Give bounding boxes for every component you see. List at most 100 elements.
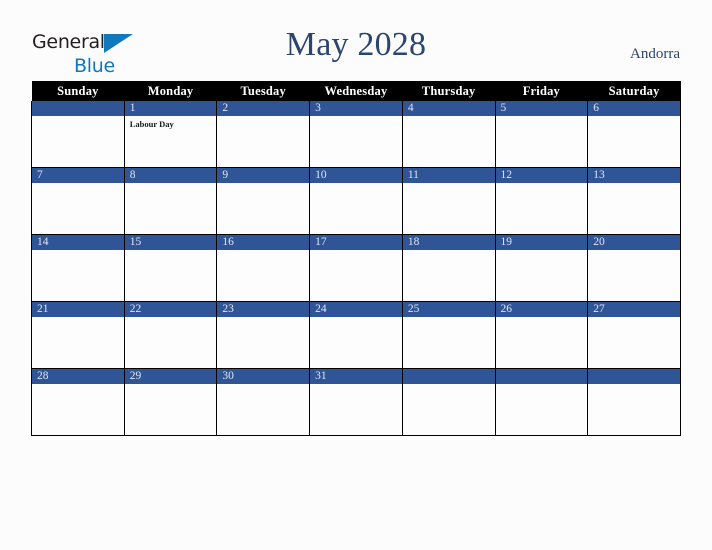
calendar-day-cell[interactable]: 4 <box>401 101 496 168</box>
weekday-header-monday: Monday <box>124 81 217 101</box>
calendar-day-cell[interactable]: 17 <box>309 234 403 302</box>
day-events <box>217 384 309 387</box>
day-number <box>32 101 124 116</box>
day-events <box>217 116 309 119</box>
day-events <box>310 250 402 253</box>
day-events <box>496 384 588 387</box>
calendar-day-cell[interactable]: 15 <box>123 234 218 302</box>
calendar-page: General Blue May 2028 Andorra Sunday Mon… <box>0 0 712 550</box>
day-events <box>217 317 309 320</box>
day-number: 28 <box>32 369 124 384</box>
calendar-body: 1 Labour Day 2 3 4 5 6 7 8 9 10 11 12 13 14 15 16 17 18 19 2… <box>31 101 681 436</box>
day-events <box>496 116 588 119</box>
calendar-day-cell[interactable]: 21 <box>31 301 125 369</box>
day-number: 17 <box>310 235 402 250</box>
calendar-day-cell[interactable] <box>401 368 496 436</box>
calendar-day-cell[interactable]: 7 <box>31 167 125 235</box>
day-events <box>310 317 402 320</box>
calendar-day-cell[interactable]: 11 <box>401 167 496 235</box>
day-number: 31 <box>310 369 402 384</box>
day-events <box>310 183 402 186</box>
day-events <box>217 183 309 186</box>
calendar-day-cell[interactable]: 10 <box>309 167 403 235</box>
calendar-day-cell[interactable]: 27 <box>587 301 681 369</box>
calendar-day-cell[interactable]: 29 <box>123 368 218 436</box>
calendar-day-cell[interactable]: 26 <box>494 301 589 369</box>
calendar-day-cell[interactable]: 30 <box>216 368 311 436</box>
day-number: 16 <box>217 235 310 250</box>
calendar-week-row: 1 Labour Day 2 3 4 5 6 <box>31 101 681 168</box>
day-events <box>496 250 588 253</box>
day-events <box>125 183 217 186</box>
day-events <box>588 116 680 119</box>
country-label: Andorra <box>630 46 680 62</box>
day-events <box>125 250 217 253</box>
day-number: 6 <box>588 101 680 116</box>
day-events <box>125 317 217 320</box>
day-number: 10 <box>310 168 402 183</box>
day-number: 15 <box>124 235 217 250</box>
day-events <box>403 384 495 387</box>
day-events: Labour Day <box>125 116 217 130</box>
day-number: 2 <box>217 101 310 116</box>
day-events <box>403 250 495 253</box>
day-events <box>125 384 217 387</box>
day-number: 4 <box>402 101 495 116</box>
calendar-day-cell[interactable]: 12 <box>494 167 589 235</box>
calendar-day-cell[interactable]: 25 <box>401 301 496 369</box>
calendar-day-cell[interactable]: 31 <box>309 368 403 436</box>
day-number: 7 <box>32 168 124 183</box>
calendar-day-cell[interactable]: 1 Labour Day <box>123 101 218 168</box>
day-events <box>496 183 588 186</box>
calendar-day-cell[interactable]: 28 <box>31 368 125 436</box>
day-events <box>310 116 402 119</box>
day-number <box>402 369 495 384</box>
calendar-day-cell[interactable]: 22 <box>123 301 218 369</box>
calendar-day-cell[interactable]: 16 <box>216 234 311 302</box>
calendar-day-cell[interactable]: 23 <box>216 301 311 369</box>
calendar-grid: Sunday Monday Tuesday Wednesday Thursday… <box>31 81 681 436</box>
calendar-week-row: 14 15 16 17 18 19 20 <box>31 234 681 302</box>
day-number: 22 <box>124 302 217 317</box>
day-number: 8 <box>124 168 217 183</box>
calendar-day-cell[interactable]: 18 <box>401 234 496 302</box>
day-number: 5 <box>495 101 588 116</box>
day-number: 30 <box>217 369 310 384</box>
calendar-day-cell[interactable]: 24 <box>309 301 403 369</box>
calendar-day-cell[interactable]: 8 <box>123 167 218 235</box>
weekday-header-sunday: Sunday <box>31 81 125 101</box>
weekday-header-saturday: Saturday <box>587 81 681 101</box>
day-events <box>403 116 495 119</box>
day-number: 21 <box>32 302 124 317</box>
calendar-day-cell[interactable]: 20 <box>587 234 681 302</box>
calendar-day-cell[interactable] <box>31 101 125 168</box>
day-number: 29 <box>124 369 217 384</box>
calendar-week-row: 28 29 30 31 <box>31 368 681 436</box>
day-events <box>588 317 680 320</box>
day-events <box>217 250 309 253</box>
weekday-header-thursday: Thursday <box>402 81 496 101</box>
page-header: General Blue May 2028 Andorra <box>0 0 712 78</box>
calendar-day-cell[interactable]: 5 <box>494 101 589 168</box>
calendar-day-cell[interactable]: 6 <box>587 101 681 168</box>
calendar-week-row: 7 8 9 10 11 12 13 <box>31 167 681 235</box>
calendar-day-cell[interactable] <box>587 368 681 436</box>
calendar-day-cell[interactable]: 3 <box>309 101 403 168</box>
day-number: 26 <box>495 302 588 317</box>
calendar-day-cell[interactable]: 2 <box>216 101 311 168</box>
calendar-day-cell[interactable]: 14 <box>31 234 125 302</box>
day-number: 23 <box>217 302 310 317</box>
day-number: 12 <box>495 168 588 183</box>
day-number <box>588 369 680 384</box>
day-events <box>403 183 495 186</box>
day-number: 13 <box>588 168 680 183</box>
weekday-header-tuesday: Tuesday <box>216 81 310 101</box>
calendar-day-cell[interactable]: 9 <box>216 167 311 235</box>
day-events <box>588 384 680 387</box>
day-events <box>32 384 124 387</box>
calendar-day-cell[interactable]: 19 <box>494 234 589 302</box>
calendar-day-cell[interactable] <box>494 368 589 436</box>
calendar-day-cell[interactable]: 13 <box>587 167 681 235</box>
day-number: 11 <box>402 168 495 183</box>
day-number: 19 <box>495 235 588 250</box>
